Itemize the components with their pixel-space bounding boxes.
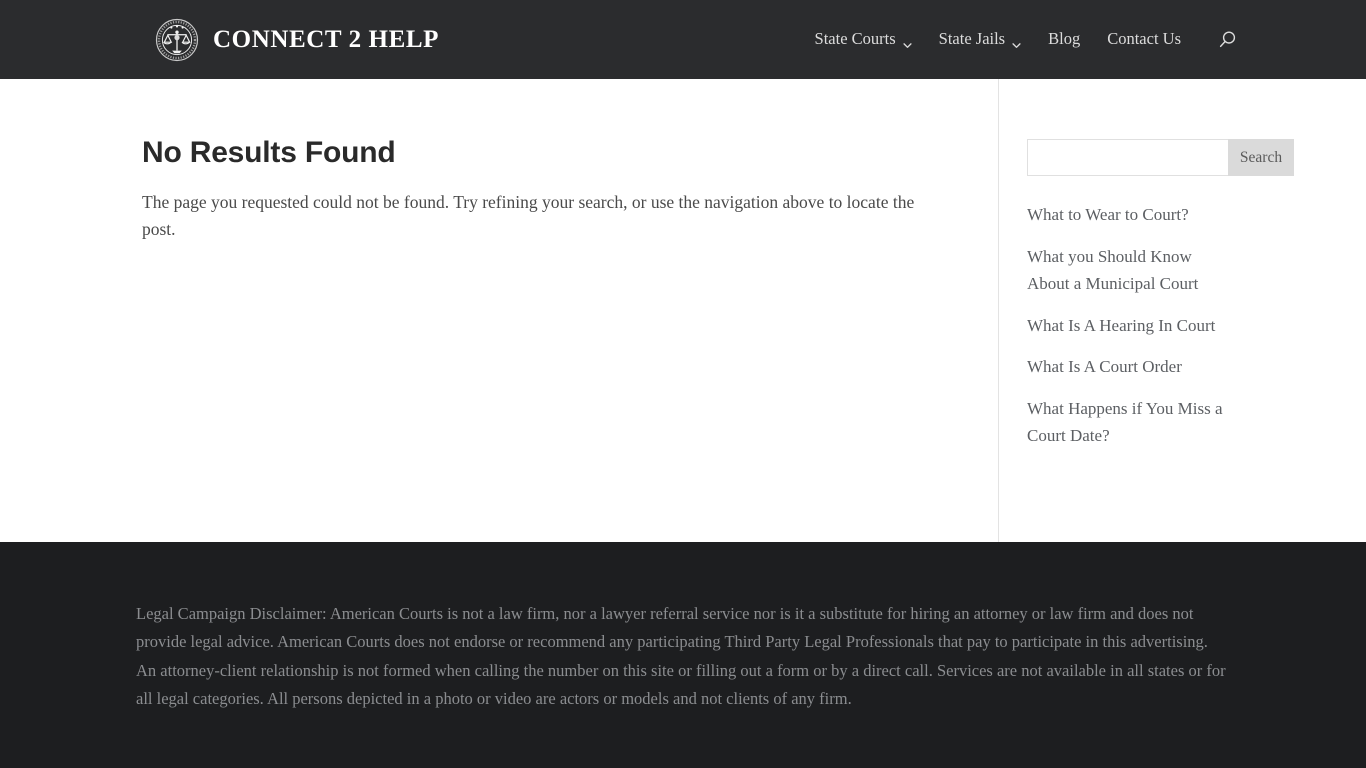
sidebar-link-miss-court-date[interactable]: What Happens if You Miss a Court Date?	[1027, 399, 1223, 446]
list-item: What Is A Court Order	[1027, 353, 1224, 381]
chevron-down-icon	[903, 35, 912, 48]
nav-item-blog[interactable]: Blog	[1048, 31, 1080, 48]
nav-item-label: State Courts	[814, 29, 896, 49]
sidebar: Search What to Wear to Court? What you S…	[1027, 139, 1294, 464]
recent-posts-list: What to Wear to Court? What you Should K…	[1027, 201, 1224, 450]
list-item: What you Should Know About a Municipal C…	[1027, 243, 1224, 298]
sidebar-link-what-to-wear-to-court[interactable]: What to Wear to Court?	[1027, 205, 1189, 224]
page-body-text: The page you requested could not be foun…	[142, 192, 915, 240]
scales-of-justice-emblem-icon	[155, 18, 199, 62]
sidebar-link-hearing-in-court[interactable]: What Is A Hearing In Court	[1027, 316, 1215, 335]
site-logo-link[interactable]: CONNECT 2 HELP	[155, 18, 439, 62]
sidebar-divider	[998, 79, 999, 542]
main-navigation: State Courts State Jails Blog Contact Us	[815, 29, 1238, 51]
site-header: CONNECT 2 HELP State Courts State Jails …	[0, 0, 1366, 79]
chevron-down-icon	[1012, 35, 1021, 48]
brand-text: CONNECT 2 HELP	[213, 25, 440, 53]
nav-item-label: Contact Us	[1107, 29, 1181, 49]
list-item: What Happens if You Miss a Court Date?	[1027, 395, 1224, 450]
nav-item-state-courts[interactable]: State Courts	[815, 31, 912, 48]
search-input[interactable]	[1027, 139, 1228, 176]
footer-inner: Legal Campaign Disclaimer: American Cour…	[0, 542, 1226, 714]
list-item: What Is A Hearing In Court	[1027, 312, 1224, 340]
nav-item-contact-us[interactable]: Contact Us	[1107, 31, 1181, 48]
nav-item-state-jails[interactable]: State Jails	[939, 31, 1021, 48]
search-button[interactable]: Search	[1228, 139, 1294, 176]
sidebar-link-court-order[interactable]: What Is A Court Order	[1027, 357, 1182, 376]
legal-disclaimer-text: Legal Campaign Disclaimer: American Cour…	[136, 604, 1226, 709]
list-item: What to Wear to Court?	[1027, 201, 1224, 229]
sidebar-search-form: Search	[1027, 139, 1294, 176]
nav-item-label: Blog	[1048, 29, 1081, 49]
search-icon[interactable]	[1216, 29, 1238, 51]
main-column: No Results Found The page you requested …	[142, 136, 942, 243]
content-area: No Results Found The page you requested …	[0, 79, 1366, 542]
sidebar-link-municipal-court[interactable]: What you Should Know About a Municipal C…	[1027, 247, 1198, 294]
page-title: No Results Found	[142, 136, 396, 169]
site-footer: Legal Campaign Disclaimer: American Cour…	[0, 542, 1366, 768]
nav-item-label: State Jails	[938, 29, 1006, 49]
